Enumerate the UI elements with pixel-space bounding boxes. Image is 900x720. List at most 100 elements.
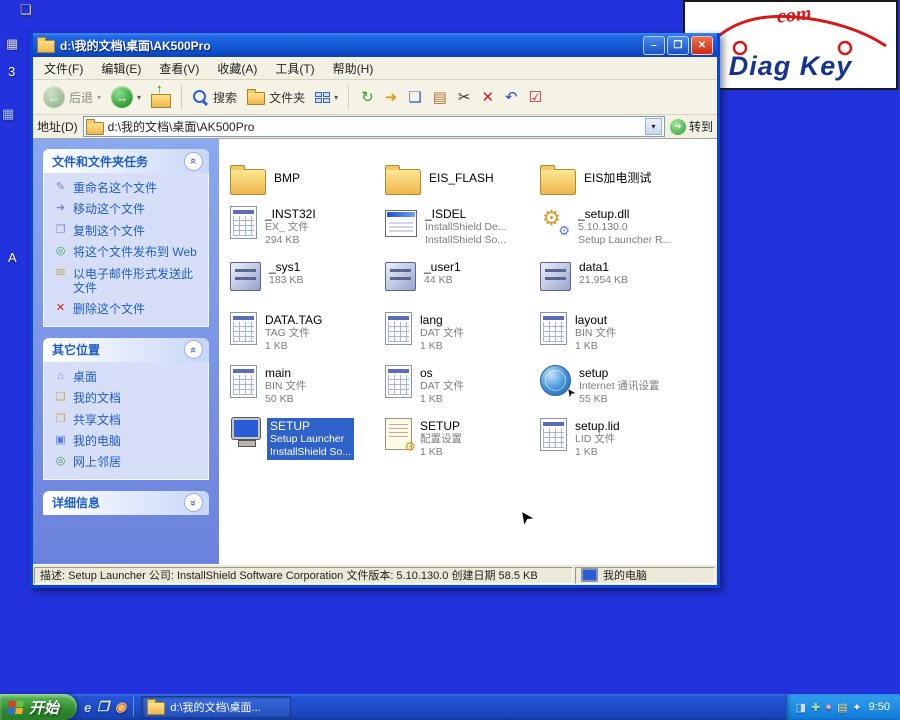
- file-item[interactable]: setupInternet 通讯设置55 KB: [539, 364, 692, 417]
- grid-file-icon: [230, 312, 257, 345]
- panel-header[interactable]: 文件和文件夹任务 «: [43, 149, 209, 173]
- file-item[interactable]: layout BIN 文件 1 KB: [539, 311, 692, 364]
- sidebar-item[interactable]: ➜ 移动这个文件: [54, 202, 200, 216]
- sidebar: 文件和文件夹任务 « ✎ 重命名这个文件 ➜ 移动这个文件 ❐ 复制这个文件 ◎ 将这个文件发布到…: [33, 139, 219, 564]
- media-player-icon[interactable]: ◉: [115, 699, 126, 715]
- file-item[interactable]: os DAT 文件 1 KB: [384, 364, 537, 417]
- cut-icon[interactable]: ✂: [458, 90, 471, 105]
- go-button[interactable]: ➔ 转到: [669, 118, 713, 135]
- views-button[interactable]: ▾: [310, 90, 343, 105]
- desktop-edge-icon[interactable]: ❏: [20, 2, 32, 18]
- grid-file-icon: [230, 206, 257, 239]
- address-label: 地址(D): [37, 120, 78, 134]
- address-dropdown-button[interactable]: ▾: [644, 118, 662, 135]
- copy-to-icon[interactable]: ❏: [408, 90, 421, 105]
- cabinet-icon: [540, 262, 571, 291]
- sidebar-item[interactable]: ❐ 复制这个文件: [54, 224, 200, 238]
- file-item[interactable]: _INST32I EX_ 文件 294 KB: [229, 205, 382, 258]
- delete-icon[interactable]: ✕: [481, 90, 494, 105]
- file-text: os DAT 文件 1 KB: [417, 365, 467, 407]
- file-item[interactable]: SETUP配置设置1 KB: [384, 417, 537, 470]
- file-detail: 1 KB: [420, 392, 443, 405]
- tray-icon[interactable]: ▤: [837, 701, 847, 714]
- file-item[interactable]: _setup.dll5.10.130.0Setup Launcher R...: [539, 205, 692, 258]
- up-button[interactable]: [146, 81, 176, 110]
- menu-item[interactable]: 编辑(E): [92, 58, 150, 79]
- sidebar-item[interactable]: ▣ 我的电脑: [54, 434, 200, 448]
- menu-item[interactable]: 查看(V): [150, 58, 208, 79]
- ie-icon[interactable]: e: [84, 700, 91, 715]
- undo-icon[interactable]: ↶: [505, 90, 518, 105]
- file-item[interactable]: lang DAT 文件 1 KB: [384, 311, 537, 364]
- file-item[interactable]: DATA.TAG TAG 文件 1 KB: [229, 311, 382, 364]
- clock[interactable]: 9:50: [869, 701, 890, 713]
- folders-icon: [247, 89, 266, 105]
- file-text: _setup.dll 5.10.130.0 Setup Launcher R...: [575, 206, 674, 248]
- maximize-button[interactable]: ❐: [667, 35, 689, 55]
- sidebar-item[interactable]: ◎ 网上邻居: [54, 455, 200, 469]
- sidebar-item[interactable]: ✉ 以电子邮件形式发送此文件: [54, 267, 200, 296]
- menu-item[interactable]: 工具(T): [266, 58, 323, 79]
- desktop-edge-icon[interactable]: ▦: [2, 106, 14, 122]
- folder-icon: [230, 164, 266, 195]
- sidebar-item[interactable]: ❏ 我的文档: [54, 391, 200, 405]
- desktop-edge-icon[interactable]: ▦: [6, 36, 18, 52]
- file-name: _sys1: [269, 260, 301, 274]
- panel-header[interactable]: 其它位置 «: [43, 337, 209, 362]
- desktop: ❏ ▦ 3 ▦ A com Diag Key d:\我的文档\桌面\AK500Pro –…: [0, 0, 900, 720]
- file-text: setup Internet 通讯设置 55 KB: [576, 365, 663, 407]
- close-button[interactable]: ✕: [691, 35, 713, 55]
- desktop-edge-icon[interactable]: 3: [8, 64, 15, 79]
- start-button[interactable]: 开始: [0, 694, 78, 720]
- file-item[interactable]: data1 21,954 KB: [539, 258, 692, 311]
- file-item[interactable]: SETUP Setup Launcher InstallShield So...: [229, 417, 382, 470]
- forward-button[interactable]: → ▾: [106, 84, 146, 110]
- title-bar[interactable]: d:\我的文档\桌面\AK500Pro – ❐ ✕: [33, 33, 717, 57]
- address-input[interactable]: d:\我的文档\桌面\AK500Pro ▾: [82, 116, 665, 137]
- chevron-icon[interactable]: «: [184, 340, 203, 360]
- back-button[interactable]: ← 后退 ▾: [38, 84, 106, 110]
- file-detail: Setup Launcher R...: [578, 233, 672, 246]
- file-item[interactable]: EIS加电测试: [539, 152, 692, 205]
- file-text: DATA.TAG TAG 文件 1 KB: [262, 312, 325, 354]
- move-to-icon[interactable]: ➜: [385, 90, 398, 105]
- search-icon: [192, 89, 209, 106]
- menu-item[interactable]: 文件(F): [35, 58, 92, 79]
- sidebar-item[interactable]: ⌂ 桌面: [54, 370, 200, 384]
- desktop-edge-icon[interactable]: A: [8, 250, 17, 265]
- folder-icon: [540, 164, 576, 195]
- menu-item[interactable]: 帮助(H): [324, 58, 383, 79]
- sidebar-item[interactable]: ✕ 删除这个文件: [54, 302, 200, 316]
- tray-icon[interactable]: ◨: [796, 701, 806, 714]
- task-button[interactable]: d:\我的文档\桌面...: [141, 696, 292, 718]
- file-item[interactable]: BMP: [229, 152, 382, 205]
- sidebar-item[interactable]: ◎ 将这个文件发布到 Web: [54, 245, 200, 259]
- minimize-button[interactable]: –: [643, 35, 665, 55]
- file-item[interactable]: EIS_FLASH: [384, 152, 537, 205]
- tray-icon[interactable]: ✦: [852, 701, 861, 714]
- show-desktop-icon[interactable]: ❐: [97, 699, 109, 715]
- refresh-icon[interactable]: ↻: [361, 90, 374, 105]
- file-text: SETUP 配置设置 1 KB: [417, 418, 465, 460]
- tray-icon[interactable]: ✚: [811, 701, 820, 714]
- file-detail: 配置设置: [420, 433, 462, 446]
- check-icon[interactable]: ☑: [529, 90, 542, 105]
- address-folder-icon: [85, 118, 104, 135]
- sidebar-item[interactable]: ✎ 重命名这个文件: [54, 181, 200, 195]
- chevron-icon[interactable]: «: [184, 493, 203, 513]
- menu-item[interactable]: 收藏(A): [208, 58, 266, 79]
- search-button[interactable]: 搜索: [187, 87, 242, 108]
- panel-header[interactable]: 详细信息 «: [43, 490, 209, 515]
- file-item[interactable]: setup.lid LID 文件 1 KB: [539, 417, 692, 470]
- tray-icon[interactable]: ●: [825, 701, 832, 713]
- file-item[interactable]: _sys1 183 KB: [229, 258, 382, 311]
- sidebar-item-label: 删除这个文件: [73, 302, 146, 317]
- paste-icon[interactable]: ▤: [433, 90, 447, 105]
- file-item[interactable]: _user1 44 KB: [384, 258, 537, 311]
- file-item[interactable]: _ISDEL InstallShield De... InstallShield S…: [384, 205, 537, 258]
- chevron-icon[interactable]: «: [184, 151, 203, 171]
- folders-button[interactable]: 文件夹: [242, 87, 310, 108]
- file-item[interactable]: main BIN 文件 50 KB: [229, 364, 382, 417]
- sidebar-item[interactable]: ❐ 共享文档: [54, 413, 200, 427]
- back-dropdown-icon: ▾: [97, 92, 102, 102]
